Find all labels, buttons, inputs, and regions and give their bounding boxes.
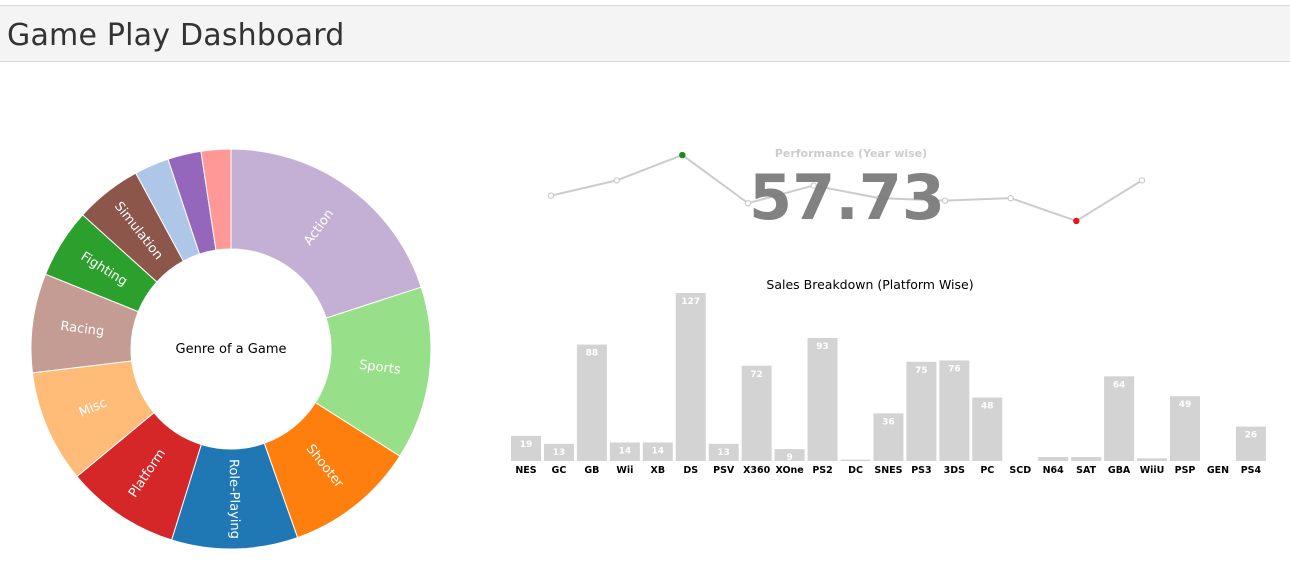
donut-slice-label: Role-Playing (226, 459, 243, 539)
sales-bar-value-label: 9 (786, 453, 792, 463)
sales-bar-category-label: DC (848, 465, 863, 476)
sales-bar-category-label: PSP (1175, 465, 1196, 476)
performance-kpi: 57.73 (749, 161, 945, 234)
sales-bar-category-label: XB (651, 465, 666, 476)
sales-bar-value-label: 72 (750, 370, 763, 380)
sales-bar-value-label: 14 (652, 446, 665, 456)
sales-bar-category-label: GC (552, 465, 567, 476)
sales-bar-category-label: X360 (743, 465, 771, 476)
sales-bar-value-label: 26 (1245, 431, 1258, 441)
sales-bar-category-label: GB (584, 465, 599, 476)
sales-bar-category-label: PS2 (812, 465, 832, 476)
sales-bar-category-label: GEN (1207, 465, 1229, 476)
sales-chart-title: Sales Breakdown (Platform Wise) (766, 277, 973, 292)
sales-bar-category-label: PS3 (911, 465, 931, 476)
sales-bar-value-label: 14 (619, 446, 632, 456)
sales-bar-value-label: 64 (1113, 380, 1126, 390)
sales-bar-category-label: WiiU (1140, 465, 1165, 476)
sales-bar-category-label: Wii (616, 465, 633, 476)
sales-bar-category-label: PC (980, 465, 994, 476)
sales-bar-value-label: 76 (948, 364, 961, 374)
sales-bar-value-label: 88 (586, 349, 599, 359)
sales-bar-dc[interactable] (840, 459, 871, 461)
sales-bar-value-label: 13 (553, 448, 566, 458)
sales-bar-category-label: PSV (713, 465, 735, 476)
sales-bar-ds[interactable] (675, 293, 706, 461)
sales-bar-category-label: GBA (1108, 465, 1131, 476)
performance-point[interactable] (1138, 177, 1146, 184)
performance-point[interactable] (613, 177, 620, 184)
sales-bar-value-label: 48 (981, 402, 994, 412)
sales-bar-category-label: SCD (1009, 465, 1031, 476)
sales-bar-category-label: SNES (874, 465, 902, 476)
sales-bar-value-label: 93 (816, 342, 829, 352)
sales-bar-ps2[interactable] (807, 337, 838, 461)
sales-bar-category-label: 3DS (944, 465, 965, 476)
sales-bar-value-label: 127 (681, 297, 700, 307)
donut-slice-action[interactable] (230, 148, 422, 319)
sales-bar-category-label: NES (515, 465, 536, 476)
performance-point[interactable] (1073, 217, 1080, 225)
sales-bar-category-label: PS4 (1241, 465, 1262, 476)
sales-bar-value-label: 13 (717, 448, 730, 458)
performance-point[interactable] (679, 151, 686, 159)
sales-bar-x360[interactable] (741, 365, 772, 461)
sales-bar-chart: 19 NES 13 GC 88 GB 14 Wii 14 XB 127 DS 13 PSV 72 X360 9 X… (511, 293, 1266, 476)
sales-bar-ps3[interactable] (906, 361, 937, 461)
performance-point[interactable] (547, 192, 555, 199)
sales-bar-category-label: XOne (775, 465, 803, 476)
performance-title: Performance (Year wise) (775, 147, 927, 160)
sales-bar-wiiu[interactable] (1137, 458, 1168, 461)
sales-bar-value-label: 49 (1179, 400, 1192, 410)
sales-bar-value-label: 19 (520, 440, 533, 450)
sales-bar-value-label: 75 (915, 366, 928, 376)
sales-bar-gb[interactable] (576, 344, 607, 461)
sales-bar-category-label: N64 (1043, 465, 1065, 476)
dashboard-charts: ActionSportsShooterRole-PlayingPlatformM… (30, 147, 1266, 550)
sales-bar-category-label: DS (683, 465, 698, 476)
sales-bar-n64[interactable] (1038, 457, 1069, 461)
performance-point[interactable] (1007, 194, 1014, 202)
sales-bar-category-label: SAT (1076, 465, 1096, 476)
sales-bar-3ds[interactable] (939, 360, 970, 461)
sales-bar-sat[interactable] (1071, 457, 1102, 461)
donut-center-label: Genre of a Game (176, 342, 287, 357)
sales-bar-value-label: 36 (882, 417, 895, 427)
